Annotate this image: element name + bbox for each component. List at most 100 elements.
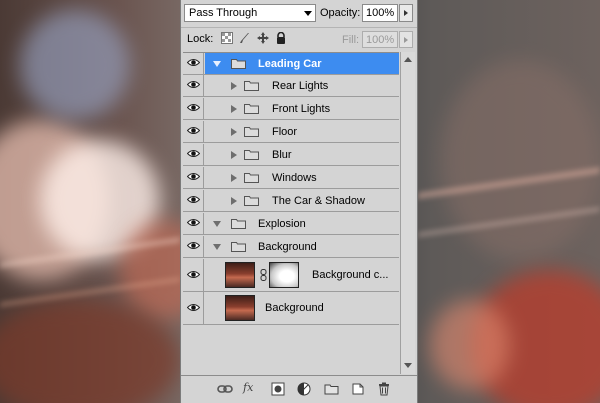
divider <box>181 27 417 28</box>
layer-name: Windows <box>272 172 317 184</box>
layer-row-background-group[interactable]: Background <box>183 236 399 258</box>
new-group-icon[interactable] <box>324 382 339 396</box>
layer-name: Blur <box>272 149 292 161</box>
vertical-scrollbar[interactable] <box>400 52 415 374</box>
layer-main: Rear Lights <box>205 75 399 96</box>
layer-row-background-copy[interactable]: Background c... <box>183 259 399 292</box>
layer-row-blur[interactable]: Blur <box>183 144 399 166</box>
fill-input[interactable]: 100% <box>362 31 398 48</box>
eye-icon <box>187 271 200 278</box>
layer-main: The Car & Shadow <box>205 190 399 211</box>
mask-link-icon[interactable] <box>260 269 267 281</box>
mask-thumbnail[interactable] <box>269 262 299 288</box>
folder-icon <box>244 81 259 91</box>
layer-row-leading-car[interactable]: Leading Car <box>183 53 399 75</box>
collapsed-arrow-icon[interactable] <box>231 197 237 205</box>
visibility-toggle[interactable] <box>183 236 204 257</box>
layer-thumbnail <box>225 262 255 288</box>
layer-main: Floor <box>205 121 399 142</box>
layer-name: Floor <box>272 126 298 138</box>
opacity-slider-button[interactable] <box>399 4 413 22</box>
visibility-toggle[interactable] <box>183 144 204 165</box>
visibility-toggle[interactable] <box>183 121 204 142</box>
layers-list: Leading Car Rear Lights Front Lights Flo… <box>183 52 399 374</box>
layer-main: Explosion <box>205 213 399 234</box>
scroll-up-arrow-icon[interactable] <box>404 57 412 62</box>
layer-name: Explosion <box>258 218 306 230</box>
folder-icon <box>231 219 246 229</box>
lock-label: Lock: <box>187 33 214 45</box>
layer-row-background[interactable]: Background <box>183 292 399 325</box>
lock-transparency-icon[interactable] <box>221 32 233 44</box>
collapsed-arrow-icon[interactable] <box>231 151 237 159</box>
layer-thumbnail <box>225 295 255 321</box>
eye-icon <box>187 242 200 249</box>
eye-icon <box>187 104 200 111</box>
layer-name: Front Lights <box>272 103 331 115</box>
layer-main: Windows <box>205 167 399 188</box>
layer-name: Background c... <box>312 269 389 281</box>
blend-mode-select[interactable]: Pass Through <box>184 4 316 22</box>
visibility-toggle[interactable] <box>183 53 204 74</box>
layer-main: Front Lights <box>205 98 399 119</box>
expanded-arrow-icon[interactable] <box>213 221 221 227</box>
layer-row-windows[interactable]: Windows <box>183 167 399 189</box>
eye-icon <box>187 196 200 203</box>
visibility-toggle[interactable] <box>183 98 204 119</box>
opacity-input[interactable]: 100% <box>362 4 398 22</box>
eye-icon <box>187 81 200 88</box>
layer-main: Background c... <box>205 259 399 291</box>
link-layers-icon[interactable] <box>217 382 233 396</box>
lock-row: Lock: Fill: 100% <box>187 31 415 48</box>
expanded-arrow-icon[interactable] <box>213 61 221 67</box>
layer-main: Background <box>205 236 399 257</box>
visibility-toggle[interactable] <box>183 190 204 211</box>
layer-row-explosion[interactable]: Explosion <box>183 213 399 235</box>
folder-icon <box>231 242 246 252</box>
fill-label: Fill: <box>342 34 360 46</box>
folder-icon <box>244 104 259 114</box>
folder-icon <box>231 59 246 69</box>
add-mask-icon[interactable] <box>271 382 285 396</box>
layer-name: Leading Car <box>258 58 322 70</box>
folder-icon <box>244 196 259 206</box>
visibility-toggle[interactable] <box>183 292 204 324</box>
adjustment-layer-icon[interactable] <box>297 382 311 396</box>
lock-pixels-brush-icon[interactable] <box>239 32 251 44</box>
collapsed-arrow-icon[interactable] <box>231 174 237 182</box>
fx-icon[interactable]: fx <box>243 381 253 395</box>
eye-icon <box>187 127 200 134</box>
visibility-toggle[interactable] <box>183 167 204 188</box>
folder-icon <box>244 127 259 137</box>
layer-name: Background <box>265 302 324 314</box>
lock-position-move-icon[interactable] <box>257 32 269 44</box>
blend-mode-value: Pass Through <box>189 7 258 19</box>
visibility-toggle[interactable] <box>183 75 204 96</box>
visibility-toggle[interactable] <box>183 259 204 291</box>
layer-row-floor[interactable]: Floor <box>183 121 399 143</box>
collapsed-arrow-icon[interactable] <box>231 105 237 113</box>
visibility-toggle[interactable] <box>183 213 204 234</box>
eye-icon <box>187 59 200 66</box>
panel-top-row: Pass Through Opacity: 100% <box>184 4 416 24</box>
collapsed-arrow-icon[interactable] <box>231 82 237 90</box>
dropdown-arrow-icon <box>304 11 312 16</box>
scroll-down-arrow-icon[interactable] <box>404 363 412 368</box>
layer-row-front-lights[interactable]: Front Lights <box>183 98 399 120</box>
new-layer-icon[interactable] <box>351 382 365 396</box>
layer-main: Blur <box>205 144 399 165</box>
eye-icon <box>187 150 200 157</box>
eye-icon <box>187 173 200 180</box>
layer-row-car-and-shadow[interactable]: The Car & Shadow <box>183 190 399 212</box>
lock-all-icon[interactable] <box>275 32 287 44</box>
opacity-label: Opacity: <box>320 7 361 19</box>
layer-row-rear-lights[interactable]: Rear Lights <box>183 75 399 97</box>
layers-toolbar: fx <box>181 375 417 403</box>
collapsed-arrow-icon[interactable] <box>231 128 237 136</box>
folder-icon <box>244 150 259 160</box>
trash-icon[interactable] <box>377 382 391 396</box>
expanded-arrow-icon[interactable] <box>213 244 221 250</box>
fill-slider-button[interactable] <box>399 31 413 48</box>
eye-icon <box>187 219 200 226</box>
folder-icon <box>244 173 259 183</box>
